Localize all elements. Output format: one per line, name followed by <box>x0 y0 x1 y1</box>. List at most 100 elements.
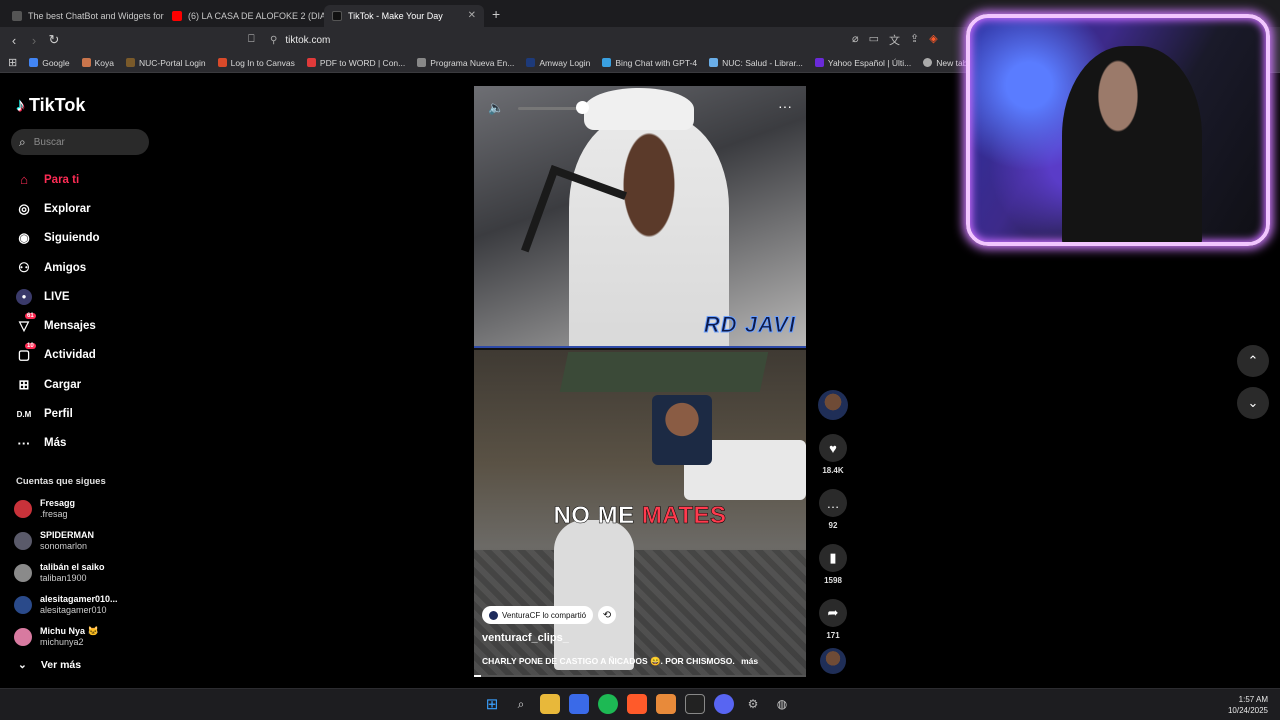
cast-icon[interactable]: ▭ <box>869 32 879 48</box>
reload-icon[interactable]: ↻ <box>44 32 64 48</box>
bookmark-icon[interactable]: ▮ <box>819 544 847 572</box>
bookmark-nuc-salud[interactable]: NUC: Salud - Librar... <box>709 58 803 68</box>
bookmark-yahoo[interactable]: Yahoo Español | Últi... <box>814 58 911 68</box>
compass-icon: ◎ <box>18 200 30 216</box>
account-alesitagamer[interactable]: alesitagamer010... alesitagamer010 <box>14 589 118 621</box>
tab-youtube[interactable]: (6) LA CASA DE ALOFOKE 2 (DIA 4) - <box>164 5 324 27</box>
menu-item-live[interactable]: ● LIVE <box>16 282 100 311</box>
comment-action[interactable]: … 92 <box>816 489 850 530</box>
file-explorer-icon[interactable] <box>540 694 560 714</box>
menu-item-mas[interactable]: ··· Más <box>16 429 100 458</box>
back-icon[interactable]: ‹ <box>4 33 24 48</box>
video-description: CHARLY PONE DE CASTIGO A ÑICADOS 😄. POR … <box>482 656 759 666</box>
capcut-icon[interactable] <box>685 694 705 714</box>
bookmark-bing[interactable]: Bing Chat with GPT-4 <box>602 58 697 68</box>
close-tab-icon[interactable]: ✕ <box>468 10 476 21</box>
upload-icon: ⊞ <box>18 376 30 392</box>
see-more-button[interactable]: ⌄ Ver más <box>18 659 81 671</box>
system-clock[interactable]: 1:57 AM 10/24/2025 <box>1228 694 1268 716</box>
address-bar[interactable]: ⚲ tiktok.com <box>270 30 950 50</box>
bookmark-action[interactable]: ▮ 1598 <box>816 544 850 585</box>
menu-item-siguiendo[interactable]: ◉ Siguiendo <box>16 224 99 253</box>
brave-shield-icon[interactable]: ◈ <box>929 32 937 48</box>
bookmark-nuc-portal[interactable]: NUC-Portal Login <box>126 58 206 68</box>
site-info-icon[interactable]: ⚲ <box>270 35 277 46</box>
tiktok-logo[interactable]: ♪ TikTok <box>16 95 85 116</box>
creator-avatar[interactable] <box>818 390 848 420</box>
reposted-by-chip[interactable]: VenturaCF lo compartió <box>482 606 594 624</box>
like-action[interactable]: ♥ 18.4K <box>816 434 850 475</box>
account-taliban[interactable]: talibán el saiko taliban1900 <box>14 557 118 589</box>
address-actions: ⌀ ▭ 文 ⇪ ◈ <box>852 32 938 48</box>
store-icon[interactable] <box>569 694 589 714</box>
profile-icon: D.M <box>16 409 32 419</box>
more-options-icon[interactable]: ··· <box>778 98 792 114</box>
video-author[interactable]: venturacf_clips_ <box>482 632 569 644</box>
bookmark-koya[interactable]: Koya <box>81 58 114 68</box>
menu-item-para-ti[interactable]: ⌂ Para ti <box>16 165 100 194</box>
menu-item-cargar[interactable]: ⊞ Cargar <box>16 370 100 399</box>
windows-start-icon[interactable]: ⊞ <box>482 694 502 714</box>
bing-icon <box>602 58 612 67</box>
menu-item-perfil[interactable]: D.M Perfil <box>16 399 100 428</box>
comment-icon[interactable]: … <box>819 489 847 517</box>
tab-tiktok[interactable]: TikTok - Make Your Day ✕ <box>324 4 484 27</box>
store-awning <box>559 352 769 392</box>
video-player[interactable]: RD JAVI 🔈 ··· NO ME MATES VenturaCF lo c… <box>474 86 806 677</box>
video-progress-bar[interactable] <box>474 675 806 677</box>
volume-slider-handle[interactable] <box>576 101 589 114</box>
translate-icon[interactable]: 文 <box>889 32 900 48</box>
bookmark-programa[interactable]: Programa Nueva En... <box>417 58 514 68</box>
settings-icon[interactable]: ⚙ <box>743 694 763 714</box>
yahoo-icon <box>814 58 824 67</box>
next-video-button[interactable]: ⌄ <box>1237 387 1269 419</box>
tiktok-favicon-icon <box>332 10 342 21</box>
more-link[interactable]: más <box>741 656 758 666</box>
steam-icon[interactable]: ◍ <box>772 694 792 714</box>
apps-grid-icon[interactable]: ⊞ <box>8 56 17 69</box>
avatar <box>14 628 32 646</box>
search-icon[interactable]: ⌕ <box>511 694 531 714</box>
menu-item-explorar[interactable]: ◎ Explorar <box>16 194 100 223</box>
bookmark-amway[interactable]: Amway Login <box>526 58 590 68</box>
messages-icon: ▽ <box>19 318 29 334</box>
brave-icon[interactable] <box>627 694 647 714</box>
nuc-icon <box>126 58 136 67</box>
video-progress-fill <box>474 675 481 677</box>
share-action[interactable]: ➦ 171 <box>816 599 850 640</box>
previous-video-button[interactable]: ⌃ <box>1237 345 1269 377</box>
account-fresagg[interactable]: Fresagg .fresag <box>14 493 118 525</box>
pdf-icon <box>306 58 316 67</box>
globe-icon <box>923 58 933 67</box>
avatar <box>489 610 498 620</box>
menu-item-actividad[interactable]: ▢ 10 Actividad <box>16 341 100 370</box>
discord-icon[interactable] <box>714 694 734 714</box>
account-michunya[interactable]: Michu Nya 🐱 michunya2 <box>14 621 118 653</box>
share-icon[interactable]: ➦ <box>819 599 847 627</box>
forward-icon[interactable]: › <box>24 33 44 48</box>
heart-icon[interactable]: ♥ <box>819 434 847 462</box>
share-page-icon[interactable]: ⇪ <box>910 32 919 48</box>
bookmark-page-icon[interactable]: ⎕ <box>248 33 255 46</box>
new-tab-button[interactable]: + <box>492 6 500 22</box>
main-menu: ⌂ Para ti ◎ Explorar ◉ Siguiendo ⚇ Amigos ● L… <box>16 165 100 458</box>
bookmark-google[interactable]: Google <box>29 58 70 68</box>
spotify-icon[interactable] <box>598 694 618 714</box>
search-icon: ⌕ <box>19 134 26 149</box>
menu-item-amigos[interactable]: ⚇ Amigos <box>16 253 100 282</box>
tab-chatbot[interactable]: The best ChatBot and Widgets for Ki <box>4 5 164 27</box>
bookmark-new-tab[interactable]: New tab <box>923 58 967 68</box>
tiktok-note-icon: ♪ <box>16 95 25 115</box>
bookmark-canvas[interactable]: Log In to Canvas <box>217 58 295 68</box>
bookmark-pdf-to-word[interactable]: PDF to WORD | Con... <box>306 58 405 68</box>
activity-badge: 10 <box>25 342 36 349</box>
music-disc-avatar[interactable] <box>820 648 846 674</box>
account-spiderman[interactable]: SPIDERMAN sonomarlon <box>14 525 118 557</box>
app-icon[interactable] <box>656 694 676 714</box>
menu-item-mensajes[interactable]: ▽ 61 Mensajes <box>16 311 100 340</box>
no-tracking-icon[interactable]: ⌀ <box>852 32 859 48</box>
search-input[interactable]: ⌕ Buscar <box>11 129 149 155</box>
repost-icon[interactable]: ⟲ <box>598 606 616 624</box>
chevron-down-icon: ⌄ <box>1247 395 1259 410</box>
volume-icon[interactable]: 🔈 <box>488 100 504 116</box>
